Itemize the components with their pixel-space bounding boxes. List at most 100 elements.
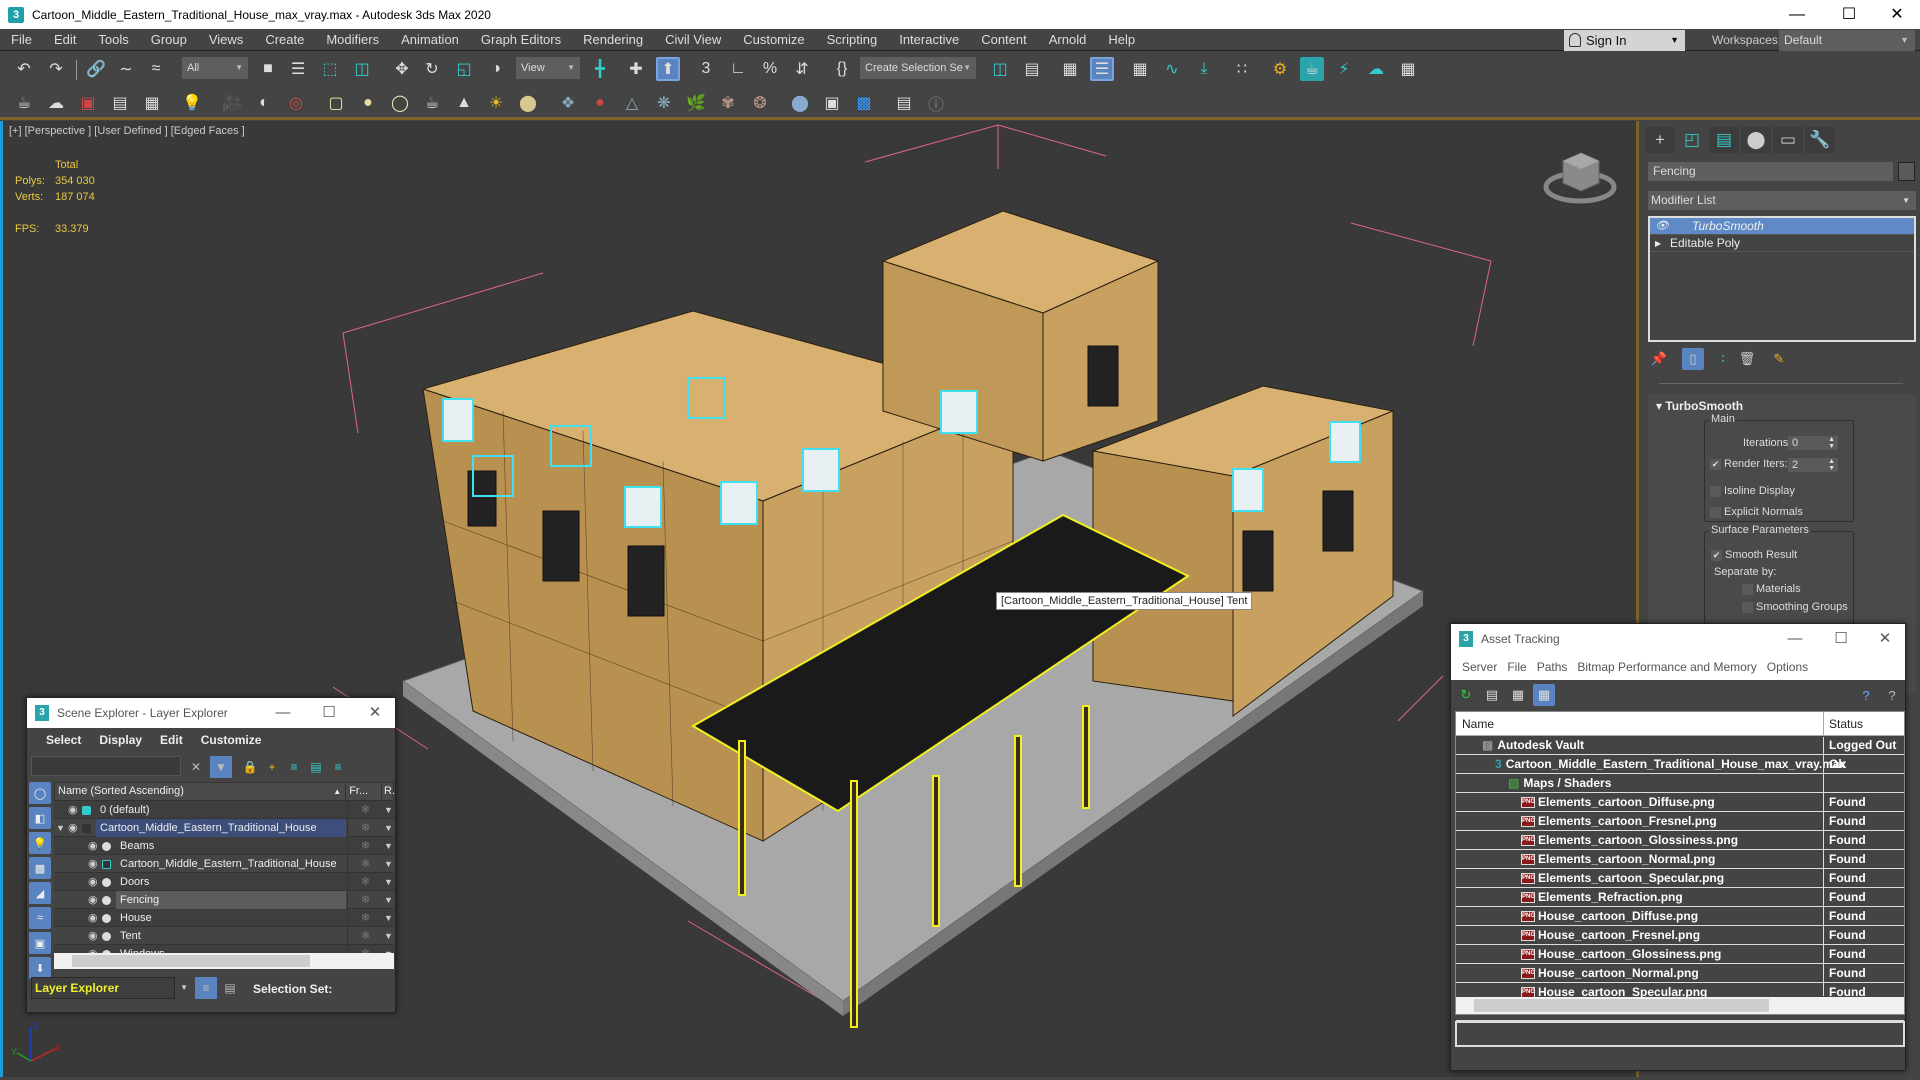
spinner-arrows-icon[interactable]: ▲ ▼ <box>1828 458 1835 472</box>
spinner-arrows-icon[interactable]: ▲ ▼ <box>1828 436 1835 450</box>
vray-ies-light-icon[interactable]: ☕ <box>420 91 444 115</box>
minimize-button[interactable]: — <box>1775 624 1815 654</box>
lock-icon[interactable]: 🔒 <box>239 756 261 778</box>
create-layer-icon[interactable]: + <box>261 756 283 778</box>
angle-snap-icon[interactable]: ∟ <box>726 57 750 81</box>
window-crossing-icon[interactable]: ◫ <box>350 57 374 81</box>
menu-select[interactable]: Select <box>37 733 90 747</box>
vray-properties-icon[interactable]: ▦ <box>140 91 164 115</box>
refresh-icon[interactable]: ↻ <box>1455 684 1477 706</box>
sort-by-hierarchy-icon[interactable]: ▤ <box>219 977 241 999</box>
unlink-icon[interactable]: ∼ <box>114 57 138 81</box>
list-view-icon[interactable]: ▤ <box>1481 684 1503 706</box>
menu-animation[interactable]: Animation <box>390 29 470 51</box>
viewcube[interactable] <box>1543 147 1618 207</box>
menu-server[interactable]: Server <box>1457 660 1502 674</box>
vray-sun-icon[interactable]: ☀ <box>484 91 508 115</box>
make-unique-icon[interactable]: ∶ <box>1712 348 1734 370</box>
renderable-icon[interactable]: ▼ <box>384 873 393 891</box>
vray-physical-camera-icon[interactable]: ◎ <box>284 91 308 115</box>
visibility-eye-icon[interactable]: ◉ <box>88 891 98 909</box>
modifier-list-dropdown[interactable]: Modifier List ▼ <box>1648 191 1916 210</box>
column-status[interactable]: Status <box>1829 712 1863 736</box>
layer-row[interactable]: ◉ Doors ❄ ▼ <box>54 873 394 891</box>
render-iters-spinner[interactable]: 2 ▲ ▼ <box>1788 458 1838 472</box>
create-tab-icon[interactable]: + <box>1645 127 1675 153</box>
eye-icon[interactable]: 👁 <box>1655 218 1669 235</box>
menu-tools[interactable]: Tools <box>87 29 139 51</box>
menu-rendering[interactable]: Rendering <box>572 29 654 51</box>
expand-triangle-icon[interactable]: ▶ <box>1655 235 1661 252</box>
layer-row[interactable]: ◉ House ❄ ▼ <box>54 909 394 927</box>
render-in-cloud-icon[interactable]: ☁ <box>1364 57 1388 81</box>
freeze-icon[interactable]: ❄ <box>347 855 383 873</box>
asset-row[interactable]: ▩ Autodesk Vault Logged Out ... <box>1456 736 1904 771</box>
layer-name[interactable]: Beams <box>116 837 346 855</box>
menu-create[interactable]: Create <box>254 29 315 51</box>
column-frozen[interactable]: Fr... <box>345 783 381 800</box>
select-by-name-icon[interactable]: ☰ <box>286 57 310 81</box>
sign-in-dropdown[interactable]: Sign In ▼ <box>1564 30 1685 51</box>
vray-light-plane-icon[interactable]: ▢ <box>324 91 348 115</box>
select-manipulate-icon[interactable]: ✚ <box>624 57 648 81</box>
minimize-button[interactable]: — <box>263 698 303 728</box>
percent-snap-icon[interactable]: % <box>758 57 782 81</box>
stack-item-editable-poly[interactable]: ▶ Editable Poly <box>1650 235 1914 252</box>
render-setup-icon[interactable]: ⚙ <box>1268 57 1292 81</box>
visibility-eye-icon[interactable]: ◉ <box>88 909 98 927</box>
isoline-display-checkbox[interactable] <box>1710 486 1721 497</box>
visibility-eye-icon[interactable]: ◉ <box>68 819 78 837</box>
utilities-tab-icon[interactable]: 🔧 <box>1805 127 1835 153</box>
hierarchy-tab-icon[interactable]: ▤ <box>1709 127 1739 153</box>
rollout-title[interactable]: ▾ TurboSmooth <box>1656 399 1743 413</box>
lights-filter-icon[interactable]: 💡 <box>29 832 51 854</box>
modify-tab-icon[interactable]: ◰ <box>1677 127 1707 153</box>
scene-explorer-titlebar[interactable]: 3 Scene Explorer - Layer Explorer — ☐ ✕ <box>27 698 395 728</box>
layer-manager-icon[interactable]: ▤ <box>892 91 916 115</box>
asset-tracking-titlebar[interactable]: 3 Asset Tracking — ☐ ✕ <box>1451 624 1905 654</box>
menu-graph-editors[interactable]: Graph Editors <box>470 29 572 51</box>
visibility-eye-icon[interactable]: ◉ <box>88 837 98 855</box>
show-end-result-icon[interactable]: ▯ <box>1682 348 1704 370</box>
close-button[interactable]: ✕ <box>355 698 395 728</box>
menu-edit[interactable]: Edit <box>151 733 192 747</box>
vray-hair-farm-icon[interactable]: ✾ <box>716 91 740 115</box>
pivot-center-icon[interactable]: ╋ <box>588 57 612 81</box>
redo-icon[interactable]: ↷ <box>44 57 68 81</box>
iterations-spinner[interactable]: 0 ▲ ▼ <box>1788 436 1838 450</box>
scrollbar-thumb[interactable] <box>72 955 310 967</box>
expand-triangle-icon[interactable]: ▼ <box>56 819 65 837</box>
asset-row[interactable]: PNG Elements_cartoon_Fresnel.png Found <box>1456 812 1904 831</box>
maximize-button[interactable]: ☐ <box>1821 624 1861 654</box>
menu-arnold[interactable]: Arnold <box>1038 29 1098 51</box>
explorer-mode-dropdown[interactable]: Layer Explorer ▼ <box>31 977 188 999</box>
shapes-filter-icon[interactable]: ◧ <box>29 807 51 829</box>
mirror-icon[interactable]: ◫ <box>988 57 1012 81</box>
scrollbar-thumb[interactable] <box>1474 999 1769 1012</box>
menu-interactive[interactable]: Interactive <box>888 29 970 51</box>
asset-row[interactable]: PNG Elements_cartoon_Specular.png Found <box>1456 869 1904 888</box>
helpers-filter-icon[interactable]: ◢ <box>29 882 51 904</box>
vray-proxy-icon[interactable]: ❖ <box>556 91 580 115</box>
asset-row[interactable]: PNG House_cartoon_Glossiness.png Found <box>1456 945 1904 964</box>
close-button[interactable]: ✕ <box>1865 624 1905 654</box>
layer-row[interactable]: ◉ Fencing ❄ ▼ <box>54 891 394 909</box>
snaps-toggle-icon[interactable]: 3 <box>694 57 718 81</box>
render-shortcuts-icon[interactable]: ▦ <box>1396 57 1420 81</box>
renderable-icon[interactable]: ▼ <box>384 801 393 819</box>
object-color-swatch[interactable] <box>1898 162 1915 181</box>
ornatrix-icon[interactable]: ❂ <box>748 91 772 115</box>
workspace-select[interactable]: Default ▼ <box>1779 30 1915 51</box>
renderable-icon[interactable]: ▼ <box>384 837 393 855</box>
display-tab-icon[interactable]: ▭ <box>1773 127 1803 153</box>
menu-modifiers[interactable]: Modifiers <box>315 29 390 51</box>
link-icon[interactable]: 🔗 <box>84 57 108 81</box>
curve-editor-icon[interactable]: ∿ <box>1160 57 1184 81</box>
menu-scripting[interactable]: Scripting <box>816 29 889 51</box>
asset-row[interactable]: 3 Cartoon_Middle_Eastern_Traditional_Hous… <box>1456 755 1904 774</box>
visibility-eye-icon[interactable]: ◉ <box>88 927 98 945</box>
keyboard-shortcut-override-icon[interactable]: ⬆ <box>656 57 680 81</box>
materials-checkbox[interactable] <box>1742 584 1753 595</box>
layer-row[interactable]: ◉ Cartoon_Middle_Eastern_Traditional_Hous… <box>54 855 394 873</box>
groups-filter-icon[interactable]: ▣ <box>29 932 51 954</box>
